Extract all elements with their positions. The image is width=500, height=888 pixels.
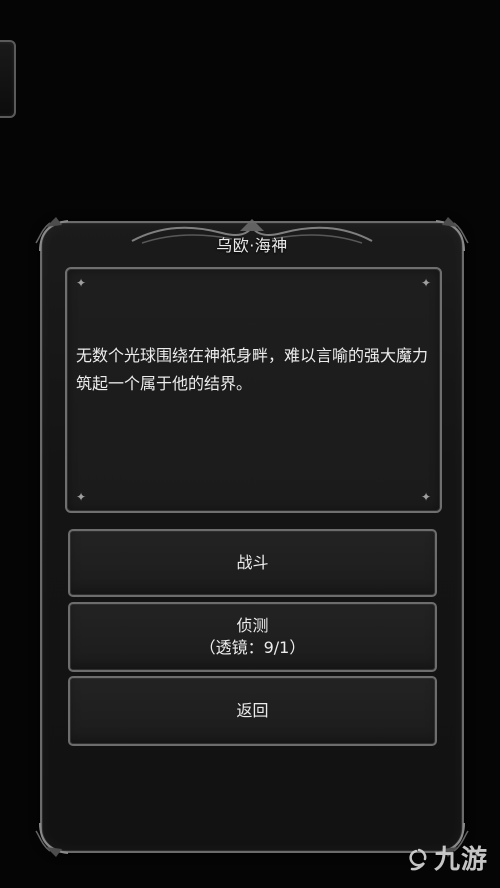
fight-button[interactable]: 战斗 — [68, 529, 437, 597]
edge-tab-icon — [0, 40, 16, 118]
watermark: 九游 — [406, 844, 488, 876]
detect-button-detail: （透镜：9/1） — [199, 638, 306, 657]
dialog-title-bar: 乌欧·海神 — [42, 219, 462, 265]
description-text: 无数个光球围绕在神祇身畔，难以言喻的强大魔力筑起一个属于他的结界。 — [76, 346, 429, 393]
detect-button-label: 侦测 — [236, 616, 269, 635]
encounter-dialog: 乌欧·海神 ✦ ✦ ✦ ✦ 无数个光球围绕在神祇身畔，难以言喻的强大魔力筑起一个… — [35, 217, 469, 857]
return-button[interactable]: 返回 — [68, 676, 437, 746]
watermark-text: 九游 — [433, 845, 488, 875]
sparkle-icon: ✦ — [420, 276, 432, 290]
ornament-corner-icon — [32, 817, 76, 861]
sparkle-icon: ✦ — [420, 490, 432, 504]
description-panel: ✦ ✦ ✦ ✦ 无数个光球围绕在神祇身畔，难以言喻的强大魔力筑起一个属于他的结界… — [65, 267, 442, 513]
sparkle-icon: ✦ — [75, 490, 87, 504]
return-button-label: 返回 — [236, 701, 269, 720]
nine-game-logo-icon — [406, 848, 430, 872]
detect-button[interactable]: 侦测 （透镜：9/1） — [68, 602, 437, 672]
fight-button-label: 战斗 — [236, 553, 269, 572]
page-title: 乌欧·海神 — [216, 236, 288, 255]
sparkle-icon: ✦ — [75, 276, 87, 290]
